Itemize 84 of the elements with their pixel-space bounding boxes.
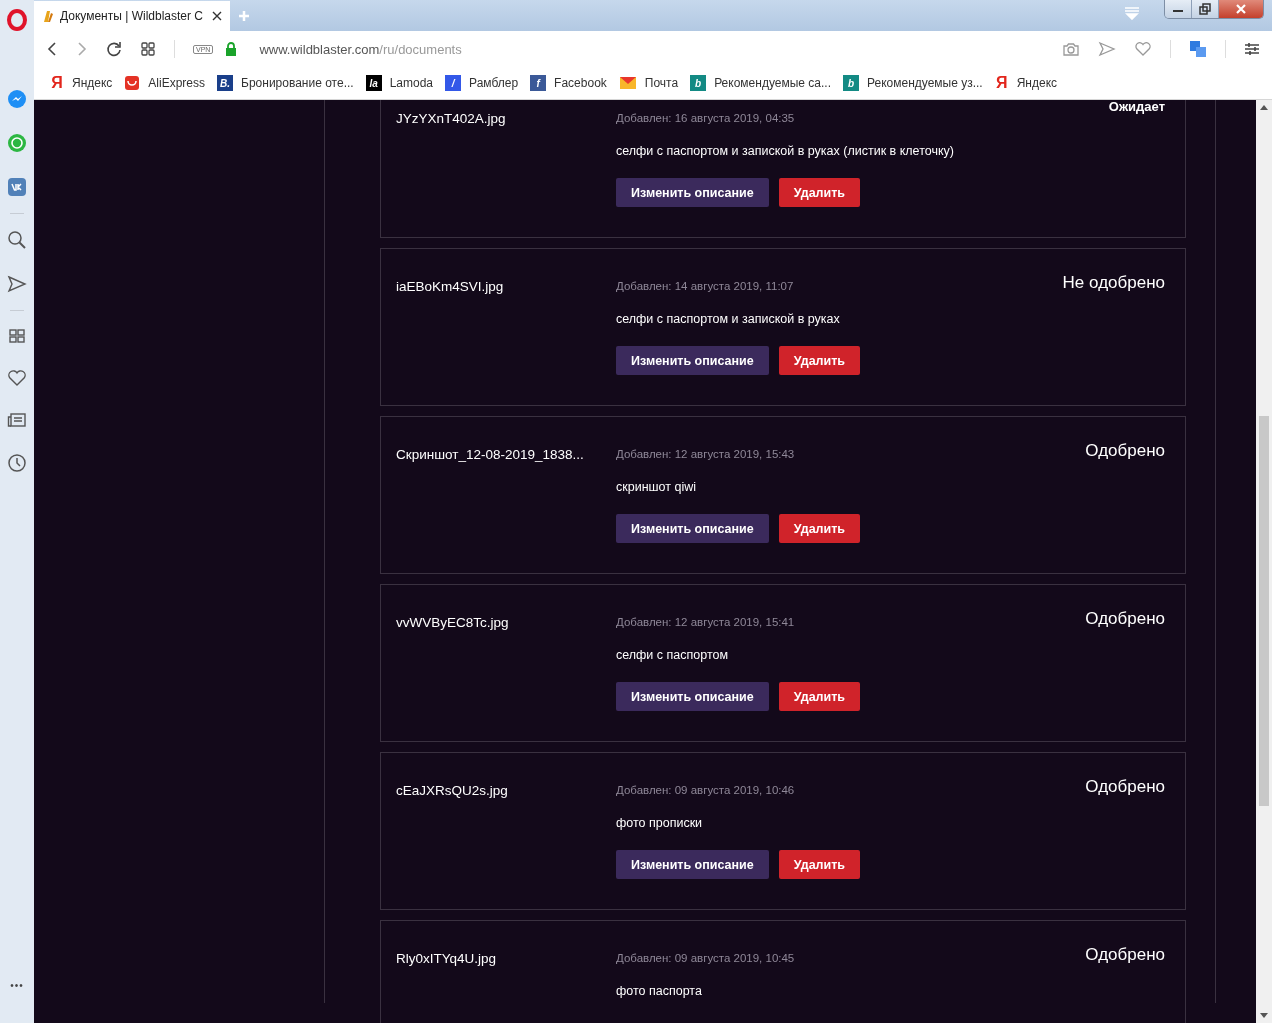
browser-tab[interactable]: Документы | Wildblaster C — [34, 1, 230, 31]
yandex-icon: Я — [994, 74, 1009, 92]
bookmark-link[interactable]: Рамблер — [469, 76, 519, 90]
bing-icon: b — [843, 75, 859, 91]
bookmark-link[interactable]: Рекомендуемые уз... — [867, 76, 983, 90]
status-label: Ожидает — [1108, 100, 1165, 116]
file-name: Скриншот_12-08-2019_1838... — [396, 447, 585, 464]
delete-button[interactable]: Удалить — [778, 178, 861, 207]
grid-icon[interactable] — [8, 327, 26, 345]
file-name: Rly0xITYq4U.jpg — [396, 951, 498, 968]
description: фото прописки — [616, 816, 704, 830]
tab-title: Документы | Wildblaster C — [60, 9, 204, 23]
status-label: Одобрено — [1085, 441, 1165, 462]
settings-icon[interactable] — [1244, 42, 1260, 56]
delete-button[interactable]: Удалить — [778, 346, 861, 375]
file-name: cEaJXRsQU2s.jpg — [396, 783, 509, 800]
facebook-icon: f — [530, 75, 547, 91]
bookmark-link[interactable]: Почта — [644, 76, 679, 90]
file-name: JYzYXnT402A.jpg — [396, 111, 507, 128]
news-icon[interactable] — [7, 411, 27, 429]
edit-description-button[interactable]: Изменить описание — [616, 682, 769, 711]
bookmark-link[interactable]: AliExpress — [148, 76, 206, 90]
camera-icon[interactable] — [1062, 41, 1080, 57]
close-icon — [1235, 4, 1247, 14]
scrollbar[interactable] — [1256, 100, 1272, 1023]
status-label: Не одобрено — [1062, 273, 1165, 294]
search-icon[interactable] — [7, 230, 27, 250]
send-icon[interactable] — [7, 274, 27, 294]
description: скриншот qiwi — [616, 480, 697, 494]
file-name: vvWVByEC8Tc.jpg — [396, 615, 510, 632]
description: селфи с паспортом и запиской в руках — [616, 312, 841, 326]
added-date: Добавлен: 09 августа 2019, 10:46 — [616, 784, 796, 796]
bing-icon: b — [690, 75, 707, 91]
booking-icon: B. — [217, 75, 234, 91]
file-name: iaEBoKm4SVI.jpg — [396, 279, 505, 296]
back-icon[interactable] — [46, 41, 58, 57]
edit-description-button[interactable]: Изменить описание — [616, 178, 769, 207]
bookmark-link[interactable]: Рекомендуемые са... — [714, 76, 831, 90]
close-window-button[interactable] — [1219, 0, 1263, 18]
added-date: Добавлен: 09 августа 2019, 10:45 — [616, 952, 796, 964]
restore-button[interactable] — [1192, 0, 1219, 18]
bookmark-link[interactable]: Lamoda — [389, 76, 434, 90]
envelope-icon — [618, 76, 637, 90]
delete-button[interactable]: Удалить — [778, 514, 861, 543]
more-button[interactable]: ••• — [10, 980, 24, 991]
status-label: Одобрено — [1085, 945, 1165, 966]
scroll-down-icon[interactable] — [1260, 1013, 1268, 1019]
description: селфи с паспортом и запиской в руках (листик в клеточку) — [616, 144, 955, 158]
clock-icon[interactable] — [7, 453, 27, 473]
status-label: Одобрено — [1085, 609, 1165, 630]
heart-icon[interactable] — [7, 369, 27, 387]
rambler-icon: / — [445, 75, 462, 91]
heart-icon[interactable] — [1134, 41, 1152, 57]
grid-icon[interactable] — [140, 41, 156, 57]
close-icon[interactable] — [212, 11, 222, 21]
lamoda-icon: la — [365, 75, 382, 91]
restore-icon — [1199, 3, 1211, 15]
edit-description-button[interactable]: Изменить описание — [616, 346, 769, 375]
opera-logo-icon[interactable] — [7, 9, 27, 31]
delete-button[interactable]: Удалить — [778, 850, 861, 879]
added-date: Добавлен: 16 августа 2019, 04:35 — [616, 112, 796, 124]
description: селфи с паспортом — [616, 648, 730, 662]
description: фото паспорта — [616, 984, 703, 998]
bookmark-link[interactable]: Facebook — [554, 76, 607, 90]
added-date: Добавлен: 12 августа 2019, 15:41 — [616, 616, 796, 628]
edit-description-button[interactable]: Изменить описание — [616, 850, 769, 879]
shopping-bag-icon — [124, 75, 141, 91]
added-date: Добавлен: 12 августа 2019, 15:43 — [616, 448, 796, 460]
delete-button[interactable]: Удалить — [778, 682, 861, 711]
wheat-icon — [42, 9, 54, 23]
bookmark-link[interactable]: Яндекс — [72, 76, 113, 90]
edit-description-button[interactable]: Изменить описание — [616, 514, 769, 543]
status-label: Одобрено — [1085, 777, 1165, 798]
lock-icon — [225, 42, 238, 56]
bookmark-link[interactable]: Бронирование оте... — [241, 76, 354, 90]
yandex-icon: Я — [50, 74, 64, 92]
bookmark-link[interactable]: Яндекс — [1016, 76, 1058, 90]
minimize-button[interactable] — [1165, 0, 1192, 18]
send-icon[interactable] — [1098, 41, 1116, 57]
translate-icon[interactable] — [1189, 40, 1207, 58]
reload-icon[interactable] — [106, 41, 122, 57]
scroll-up-icon[interactable] — [1260, 104, 1268, 110]
added-date: Добавлен: 14 августа 2019, 11:07 — [616, 280, 795, 292]
url-field[interactable]: www.wildblaster.com/ru/documents — [259, 41, 462, 57]
